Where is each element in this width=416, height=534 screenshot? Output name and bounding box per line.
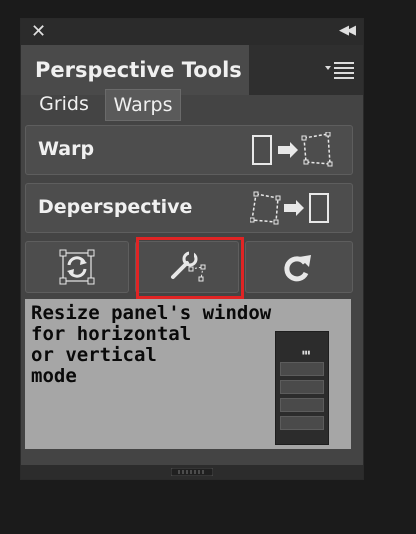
mini-panel-preview: ▮▮▮ xyxy=(275,331,329,445)
transform-refresh-button[interactable] xyxy=(25,241,129,293)
close-icon[interactable]: ✕ xyxy=(31,22,46,42)
mini-panel-title: ▮▮▮ xyxy=(302,350,311,356)
highlight-frame xyxy=(136,237,244,299)
transform-refresh-icon xyxy=(59,249,95,285)
panel-menu-icon[interactable] xyxy=(325,61,355,79)
panel-title: Perspective Tools 2 xyxy=(35,58,264,82)
warp-button-label: Warp xyxy=(38,138,95,160)
redo-icon xyxy=(284,255,311,282)
double-chevron-left-icon[interactable]: ◀◀ xyxy=(339,23,356,38)
resize-grip-icon[interactable] xyxy=(171,468,213,476)
deperspective-button[interactable]: Deperspective xyxy=(25,183,353,233)
mini-row xyxy=(280,362,324,376)
panel-bottom-bar xyxy=(21,465,363,479)
tab-grids[interactable]: Grids xyxy=(29,89,99,119)
mini-row xyxy=(280,416,324,430)
quad-to-rect-icon xyxy=(250,191,329,225)
redo-button[interactable] xyxy=(245,241,353,293)
panel-top-bar: ✕ ◀◀ xyxy=(21,19,363,45)
resize-hint-text: Resize panel's window for horizontal or … xyxy=(31,302,272,387)
info-area: Resize panel's window for horizontal or … xyxy=(25,299,351,449)
warp-button[interactable]: Warp xyxy=(25,125,353,175)
panel-title-tab: Perspective Tools 2 xyxy=(21,45,264,95)
mini-row xyxy=(280,380,324,394)
mini-row xyxy=(280,398,324,412)
rect-to-quad-icon xyxy=(252,132,333,167)
deperspective-button-label: Deperspective xyxy=(38,196,193,218)
panel-header-filler xyxy=(249,45,363,95)
tab-warps[interactable]: Warps xyxy=(105,89,181,121)
perspective-tools-panel: ✕ ◀◀ Perspective Tools 2 Grids Warps War… xyxy=(20,18,364,480)
